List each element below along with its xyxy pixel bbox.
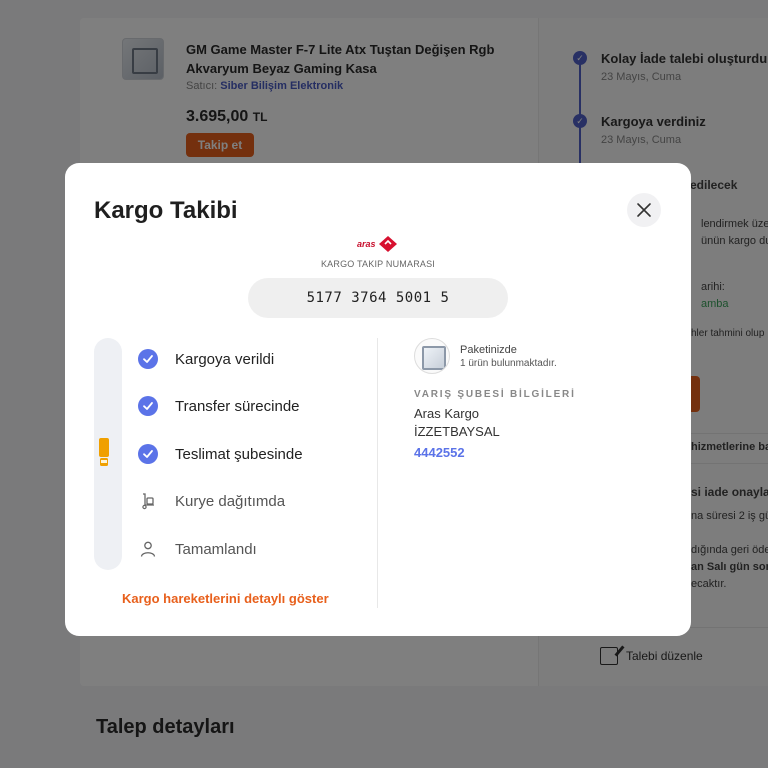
cargo-tracking-modal: Kargo Takibi aras KARGO TAKIP NUMARASI 5… [65, 163, 691, 636]
step-label: Teslimat şubesinde [175, 445, 303, 463]
close-button[interactable] [627, 193, 661, 227]
courier-icon [138, 491, 158, 511]
tracking-step-transfer: Transfer sürecinde [138, 396, 300, 416]
package-product-image [414, 338, 450, 374]
person-icon [138, 539, 158, 559]
tracking-step-shipped: Kargoya verildi [138, 349, 274, 369]
branch-company: Aras Kargo [414, 406, 480, 421]
tracking-step-courier: Kurye dağıtımda [138, 491, 285, 511]
modal-title: Kargo Takibi [94, 197, 238, 224]
step-label: Kargoya verildi [175, 350, 275, 368]
modal-divider [377, 338, 378, 608]
branch-info-heading: VARIŞ ŞUBESİ BİLGİLERİ [414, 389, 576, 400]
tracking-number-caption: KARGO TAKIP NUMARASI [320, 259, 436, 269]
carrier-logo: aras [357, 235, 398, 253]
carrier-logo-icon [378, 236, 397, 252]
check-icon [138, 349, 158, 369]
branch-name: İZZETBAYSAL [414, 424, 500, 439]
step-label: Tamamlandı [175, 540, 257, 558]
truck-marker-icon [99, 438, 109, 466]
tracking-step-at-branch: Teslimat şubesinde [138, 444, 303, 464]
check-icon [138, 444, 158, 464]
branch-phone-link[interactable]: 4442552 [414, 445, 465, 460]
carrier-logo-text: aras [357, 239, 376, 249]
tracking-step-completed: Tamamlandı [138, 539, 257, 559]
step-label: Transfer sürecinde [175, 397, 300, 415]
show-cargo-details-link[interactable]: Kargo hareketlerini detaylı göster [122, 591, 329, 606]
package-subtitle: 1 ürün bulunmaktadır. [460, 358, 557, 369]
tracking-number[interactable]: 5177 3764 5001 5 [248, 278, 508, 318]
close-icon [637, 203, 651, 217]
check-icon [138, 396, 158, 416]
package-title: Paketinizde [460, 344, 517, 356]
step-label: Kurye dağıtımda [175, 492, 286, 510]
